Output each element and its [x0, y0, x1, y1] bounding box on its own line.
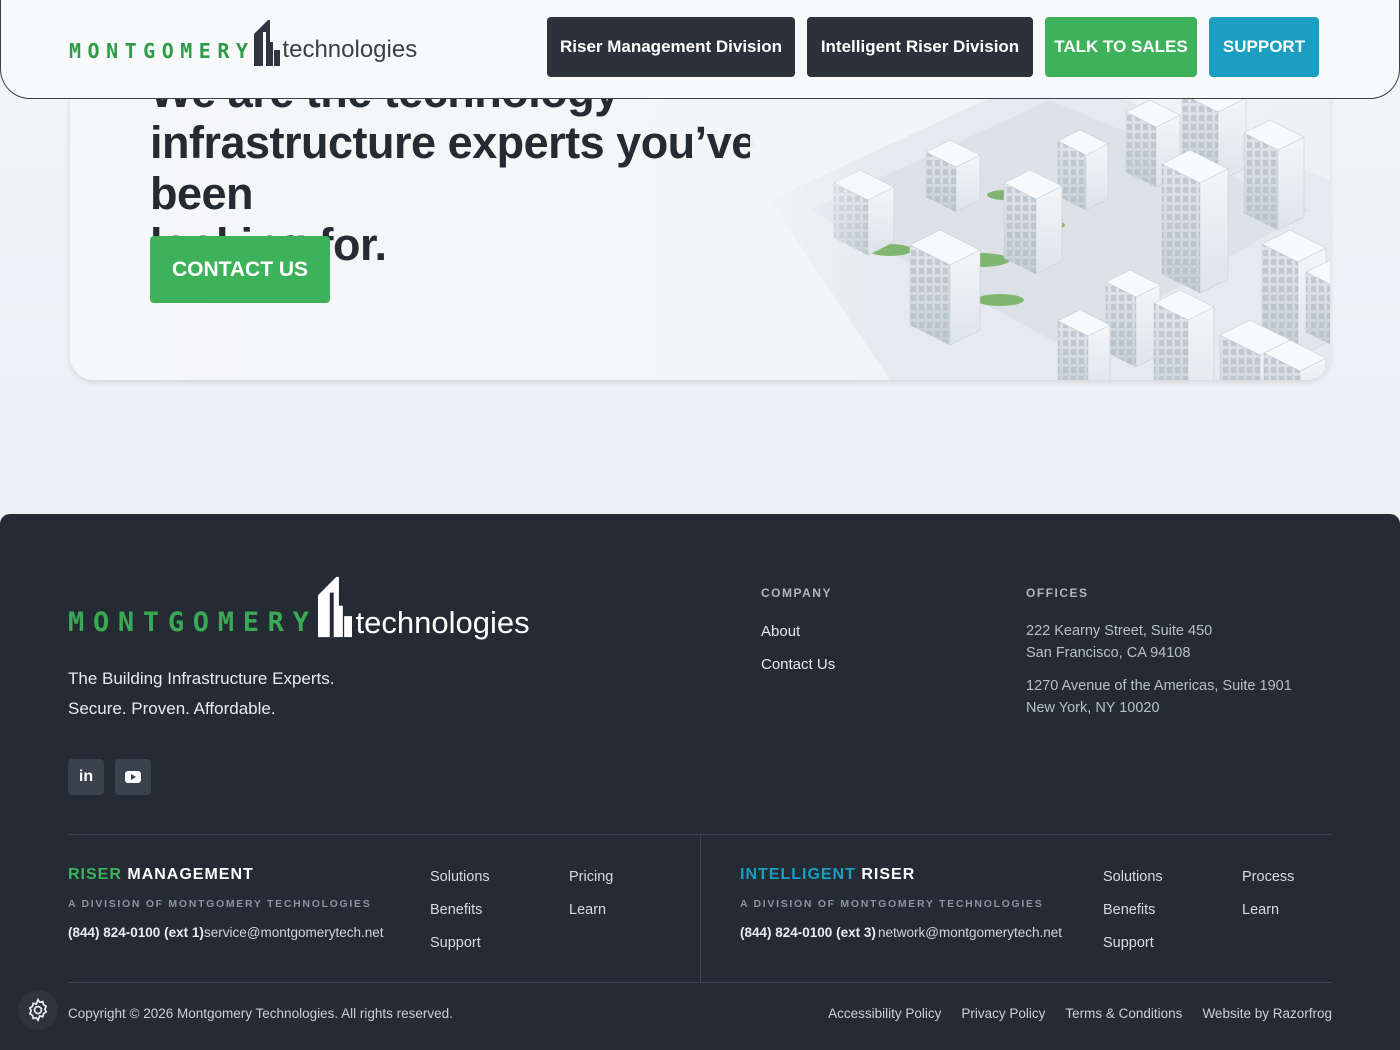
talk-to-sales-button[interactable]: TALK TO SALES — [1045, 17, 1197, 77]
social-links: in — [68, 759, 151, 795]
offices-heading: OFFICES — [1026, 586, 1089, 600]
footer-tagline: The Building Infrastructure Experts. Sec… — [68, 664, 334, 724]
terms-conditions-link[interactable]: Terms & Conditions — [1065, 1006, 1182, 1021]
intelligent-riser-division-button[interactable]: Intelligent Riser Division — [807, 17, 1033, 77]
tagline-line-2: Secure. Proven. Affordable. — [68, 699, 276, 718]
riser-management-division-button[interactable]: Riser Management Division — [547, 17, 795, 77]
support-button[interactable]: SUPPORT — [1209, 17, 1319, 77]
rm-benefits-link[interactable]: Benefits — [430, 902, 482, 918]
footer-divider-bottom — [68, 982, 1332, 983]
logo-wordmark: MONTGOMERY — [69, 39, 255, 63]
footer-divider-vertical — [700, 834, 701, 982]
site-header: MONTGOMERY technologies Riser Management… — [0, 0, 1400, 99]
riser-management-subtitle: A DIVISION OF MONTGOMERY TECHNOLOGIES — [68, 898, 372, 910]
ir-solutions-link[interactable]: Solutions — [1103, 869, 1163, 885]
intelligent-riser-subtitle: A DIVISION OF MONTGOMERY TECHNOLOGIES — [740, 898, 1044, 910]
privacy-policy-link[interactable]: Privacy Policy — [961, 1006, 1045, 1021]
youtube-icon[interactable] — [115, 759, 151, 795]
ir-benefits-link[interactable]: Benefits — [1103, 902, 1155, 918]
settings-gear-icon[interactable] — [18, 990, 58, 1030]
footer-logo-building-icon — [317, 576, 352, 638]
rm-learn-link[interactable]: Learn — [569, 902, 606, 918]
contact-us-link[interactable]: Contact Us — [761, 656, 835, 673]
office-new-york: 1270 Avenue of the Americas, Suite 1901 … — [1026, 678, 1292, 716]
about-link[interactable]: About — [761, 623, 800, 640]
rm-support-link[interactable]: Support — [430, 935, 481, 951]
office-san-francisco: 222 Kearny Street, Suite 450 San Francis… — [1026, 623, 1213, 661]
riser-management-phone[interactable]: (844) 824-0100 (ext 1) — [68, 925, 204, 940]
logo-suffix: technologies — [282, 36, 418, 63]
intelligent-riser-title[interactable]: INTELLIGENT RISER — [740, 866, 915, 884]
logo-building-icon — [254, 20, 281, 66]
copyright-text: Copyright © 2026 Montgomery Technologies… — [68, 1006, 453, 1021]
tagline-line-1: The Building Infrastructure Experts. — [68, 669, 335, 688]
site-footer: MONTGOMERY technologies The Building Inf… — [0, 514, 1400, 1050]
footer-logo[interactable]: MONTGOMERY technologies — [68, 574, 530, 638]
rm-solutions-link[interactable]: Solutions — [430, 869, 490, 885]
footer-logo-wordmark: MONTGOMERY — [68, 607, 318, 638]
riser-management-email[interactable]: service@montgomerytech.net — [204, 925, 384, 940]
rm-pricing-link[interactable]: Pricing — [569, 869, 613, 885]
ir-learn-link[interactable]: Learn — [1242, 902, 1279, 918]
ir-support-link[interactable]: Support — [1103, 935, 1154, 951]
city-illustration — [750, 60, 1330, 380]
website-credit-link[interactable]: Website by Razorfrog — [1202, 1006, 1332, 1021]
linkedin-icon[interactable]: in — [68, 759, 104, 795]
header-logo[interactable]: MONTGOMERY technologies — [69, 16, 417, 66]
hero-card: We are the technology infrastructure exp… — [70, 60, 1330, 380]
intelligent-riser-phone[interactable]: (844) 824-0100 (ext 3) — [740, 925, 876, 940]
contact-us-button[interactable]: CONTACT US — [150, 236, 330, 303]
company-heading: COMPANY — [761, 586, 832, 600]
main-nav: Riser Management Division Intelligent Ri… — [547, 17, 1319, 77]
intelligent-riser-email[interactable]: network@montgomerytech.net — [878, 925, 1062, 940]
legal-links: Accessibility Policy Privacy Policy Term… — [828, 1006, 1332, 1021]
ir-process-link[interactable]: Process — [1242, 869, 1294, 885]
riser-management-title[interactable]: RISER MANAGEMENT — [68, 866, 254, 884]
accessibility-policy-link[interactable]: Accessibility Policy — [828, 1006, 941, 1021]
footer-logo-suffix: technologies — [355, 605, 530, 640]
